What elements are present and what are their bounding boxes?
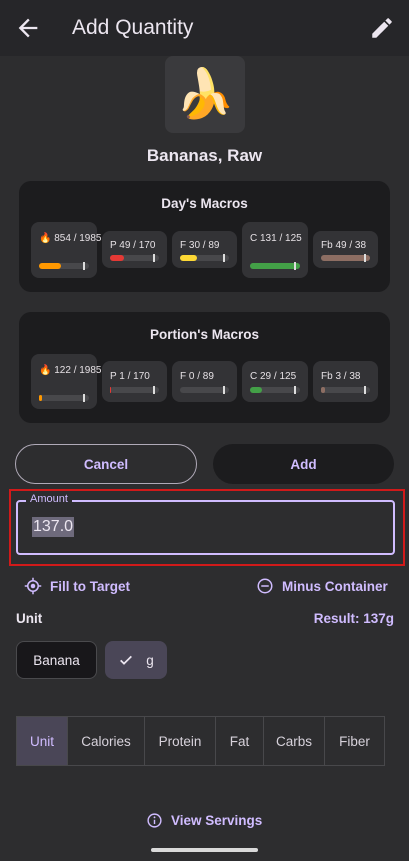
add-button[interactable]: Add: [213, 444, 394, 484]
days-carbs-tile: C 131 / 125: [242, 222, 308, 278]
minus-circle-icon: [257, 578, 273, 594]
days-macros-title: Day's Macros: [161, 196, 248, 211]
unit-chip-g[interactable]: g: [105, 641, 167, 679]
page-title: Add Quantity: [72, 16, 194, 39]
home-indicator[interactable]: [151, 848, 258, 852]
days-fat-bar: [180, 254, 229, 262]
days-protein-label: P 49 / 170: [110, 240, 156, 251]
days-calories-label: 🔥 854 / 1985: [39, 233, 102, 244]
days-carbs-bar: [250, 262, 300, 270]
segment-fiber[interactable]: Fiber: [325, 717, 384, 765]
portion-carbs-bar: [250, 386, 300, 394]
portion-macros-card: Portion's Macros 🔥 122 / 1985 P 1 / 170 …: [19, 312, 390, 423]
portion-calories-label: 🔥 122 / 1985: [39, 365, 102, 376]
days-carbs-label: C 131 / 125: [250, 233, 302, 244]
segment-calories[interactable]: Calories: [68, 717, 145, 765]
food-image: 🍌: [165, 56, 245, 133]
segment-carbs[interactable]: Carbs: [264, 717, 325, 765]
progress-fill: [321, 387, 325, 393]
days-fiber-bar: [321, 254, 370, 262]
progress-fill: [250, 387, 262, 393]
days-fat-label: F 30 / 89: [180, 240, 220, 251]
days-calories-bar: [39, 262, 89, 270]
days-fiber-tile: Fb 49 / 38: [313, 231, 378, 268]
days-fiber-label: Fb 49 / 38: [321, 240, 367, 251]
portion-calories-bar: [39, 394, 89, 402]
portion-carbs-label: C 29 / 125: [250, 371, 297, 382]
pencil-icon[interactable]: [369, 15, 395, 41]
portion-protein-label: P 1 / 170: [110, 371, 150, 382]
progress-fill: [180, 255, 197, 261]
days-protein-tile: P 49 / 170: [102, 231, 167, 268]
progress-fill: [110, 255, 125, 261]
days-protein-bar: [110, 254, 159, 262]
check-icon: [120, 655, 133, 665]
view-servings-button[interactable]: View Servings: [146, 812, 262, 829]
portion-carbs-tile: C 29 / 125: [242, 361, 308, 402]
unit-chip-banana[interactable]: Banana: [16, 641, 97, 679]
result-text: Result: 137g: [313, 611, 394, 626]
minus-container-label: Minus Container: [282, 578, 388, 594]
portion-fiber-bar: [321, 386, 370, 394]
portion-fat-bar: [180, 386, 229, 394]
segment-unit[interactable]: Unit: [17, 717, 68, 765]
amount-label: Amount: [26, 493, 72, 505]
progress-fill: [321, 255, 370, 261]
progress-fill: [39, 263, 61, 269]
fill-to-target-label: Fill to Target: [50, 578, 130, 594]
segment-protein[interactable]: Protein: [145, 717, 216, 765]
unit-chip-banana-label: Banana: [33, 652, 80, 668]
amount-value[interactable]: 137.0: [32, 517, 75, 537]
days-fat-tile: F 30 / 89: [172, 231, 237, 268]
progress-fill: [39, 395, 42, 401]
banana-icon: 🍌: [175, 67, 235, 121]
unit-chip-g-label: g: [146, 652, 154, 668]
unit-label: Unit: [16, 611, 43, 626]
arrow-back-icon[interactable]: [14, 14, 42, 42]
progress-fill: [250, 263, 300, 269]
fill-to-target-button[interactable]: Fill to Target: [24, 577, 130, 595]
portion-protein-tile: P 1 / 170: [102, 361, 167, 402]
target-icon: [24, 577, 42, 595]
food-name: Bananas, Raw: [146, 146, 263, 165]
portion-fiber-tile: Fb 3 / 38: [313, 361, 378, 402]
portion-fat-label: F 0 / 89: [180, 371, 214, 382]
info-icon: [147, 813, 162, 828]
app-bar: Add Quantity: [0, 0, 409, 56]
mode-segmented-control: Unit Calories Protein Fat Carbs Fiber: [16, 716, 385, 766]
portion-fiber-label: Fb 3 / 38: [321, 371, 361, 382]
portion-protein-bar: [110, 386, 159, 394]
cancel-button[interactable]: Cancel: [15, 444, 197, 484]
minus-container-button[interactable]: Minus Container: [256, 577, 388, 595]
days-macros-card: Day's Macros 🔥 854 / 1985 P 49 / 170 F 3…: [19, 181, 390, 292]
view-servings-label: View Servings: [171, 813, 263, 828]
portion-fat-tile: F 0 / 89: [172, 361, 237, 402]
portion-calories-tile: 🔥 122 / 1985: [31, 354, 102, 409]
portion-macros-title: Portion's Macros: [150, 327, 259, 342]
segment-fat[interactable]: Fat: [216, 717, 264, 765]
days-calories-tile: 🔥 854 / 1985: [31, 222, 102, 278]
